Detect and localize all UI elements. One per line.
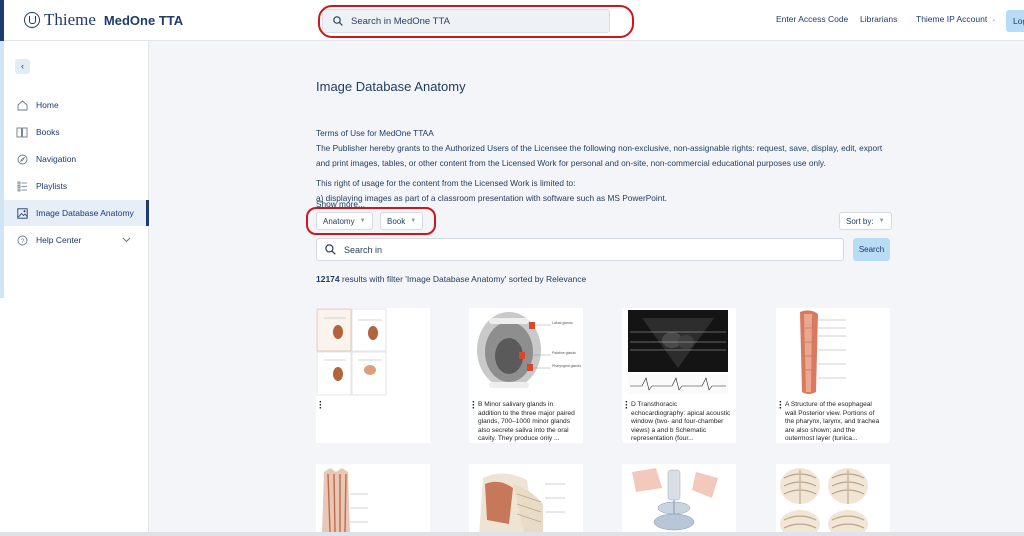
terms-right: This right of usage for the content from… [316,177,576,188]
results-count: 12174 [316,274,340,284]
book-icon [16,126,28,138]
home-icon [16,99,28,111]
image-thumbnail[interactable] [469,464,583,536]
top-header: Thieme MedOne TTA Enter Access Code Libr… [0,0,1024,41]
thumbnail-label: Labial glands [552,321,573,325]
image-card[interactable]: · · · D Transthoracic echocardiography: ap… [622,308,736,443]
more-options-icon[interactable]: · · · [779,398,783,414]
image-card[interactable] [316,464,430,536]
sidebar-item-label: Books [36,127,60,137]
image-card[interactable]: · · · A Structure of the esophageal wall P… [776,308,890,443]
image-caption: D Transthoracic echocardiography: apical… [631,401,731,443]
image-thumbnail[interactable] [622,308,736,396]
image-card[interactable] [469,464,583,536]
ip-account-menu[interactable]: Thieme IP Account ⌄ [916,14,996,24]
svg-text:?: ? [20,238,24,245]
sidebar-item-home[interactable]: Home [4,92,149,118]
annotation-highlight-filters [306,207,436,235]
sidebar: ‹ Home Books Navigation Playlists Image … [0,41,149,536]
collapse-sidebar-button[interactable]: ‹ [15,59,30,74]
more-options-icon[interactable]: · · · [319,398,323,414]
chevron-left-icon: ‹ [21,61,24,71]
terms-heading: Terms of Use for MedOne TTAA [316,128,434,138]
more-options-icon[interactable]: · · · [472,398,476,414]
image-icon [16,207,28,219]
image-caption: A Structure of the esophageal wall Poste… [785,401,880,443]
brand-logo[interactable]: Thieme MedOne TTA [24,10,183,30]
page-title: Image Database Anatomy [316,79,466,94]
annotation-highlight-search [318,5,634,38]
search-button[interactable]: Search [853,238,890,261]
image-thumbnail[interactable]: Labial glands Palatine glands Pharyngeal… [469,308,583,396]
header-accent-strip [0,0,4,41]
librarians-link[interactable]: Librarians [860,14,897,24]
login-button[interactable]: Log [1006,10,1024,32]
horizontal-scrollbar[interactable] [0,532,1024,536]
terms-of-use: Terms of Use for MedOne TTAA The Publish… [316,126,891,206]
sidebar-item-label: Home [36,100,59,110]
sort-by-dropdown[interactable]: Sort by: ▼ [839,212,892,230]
sidebar-item-help-center[interactable]: ? Help Center [4,227,149,253]
terms-body: The Publisher hereby grants to the Autho… [316,143,883,169]
results-summary: 12174 results with filter 'Image Databas… [316,274,586,284]
image-caption: B Minor salivary glands in addition to t… [478,401,575,443]
sidebar-item-label: Navigation [36,154,77,164]
results-text: results with filter 'Image Database Anat… [339,274,587,284]
image-thumbnail[interactable] [776,464,890,536]
product-name: MedOne TTA [103,12,184,28]
database-search-input[interactable] [344,244,824,255]
sidebar-item-navigation[interactable]: Navigation [4,146,149,172]
image-thumbnail[interactable] [316,464,430,536]
thumbnail-label: Pharyngeal glands [552,364,581,368]
enter-access-code-link[interactable]: Enter Access Code [776,14,848,24]
thieme-seal-icon [24,12,40,28]
help-icon: ? [16,234,28,246]
image-thumbnail[interactable] [776,308,890,396]
brand-name: Thieme [44,10,96,29]
chevron-down-icon: ⌄ [991,16,997,23]
sort-label: Sort by: [846,216,874,226]
compass-icon [16,153,28,165]
thumbnail-label: Palatine glands [552,351,576,355]
sidebar-item-label: Playlists [36,181,68,191]
image-thumbnail[interactable] [316,308,430,396]
sidebar-item-label: Help Center [36,235,82,245]
chevron-down-icon: ▼ [878,218,885,224]
image-card[interactable]: Labial glands Palatine glands Pharyngeal… [469,308,583,443]
sidebar-item-books[interactable]: Books [4,119,149,145]
chevron-down-icon [122,235,131,245]
sidebar-item-label: Image Database Anatomy [36,208,134,218]
image-card[interactable] [622,464,736,536]
sidebar-item-image-database-anatomy[interactable]: Image Database Anatomy [4,200,149,226]
image-thumbnail[interactable] [622,464,736,536]
search-icon [325,244,336,255]
image-card[interactable] [776,464,890,536]
image-card[interactable]: · · · [316,308,430,443]
list-icon [16,180,28,192]
more-options-icon[interactable]: · · · [625,398,629,414]
ip-account-label: Thieme IP Account [916,14,988,24]
database-search-box[interactable] [316,238,844,261]
sidebar-item-playlists[interactable]: Playlists [4,173,149,199]
terms-item-a: a) displaying images as part of a classr… [316,192,667,203]
